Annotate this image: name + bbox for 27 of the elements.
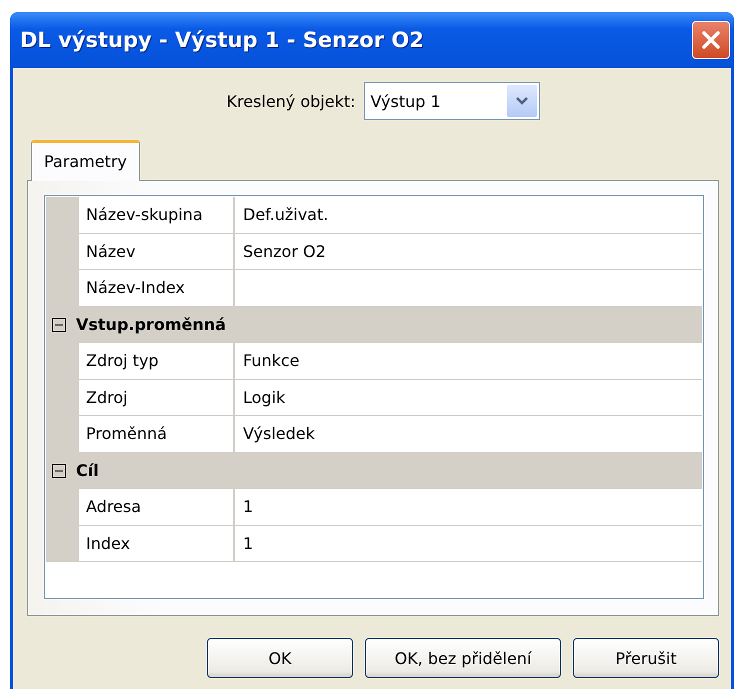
property-name: Zdroj	[79, 380, 235, 415]
property-name: Adresa	[79, 489, 235, 524]
property-value[interactable]: Senzor O2	[235, 234, 702, 269]
property-value[interactable]: Výsledek	[235, 416, 702, 452]
property-name: Zdroj typ	[79, 343, 235, 378]
property-value[interactable]: 1	[235, 526, 702, 561]
property-value[interactable]: Logik	[235, 380, 702, 415]
dialog-button[interactable]: OK	[207, 638, 353, 678]
close-button[interactable]	[692, 21, 730, 59]
field-label: Kreslený objekt:	[226, 92, 356, 110]
property-value[interactable]: Funkce	[235, 343, 702, 378]
category-label: Cíl	[76, 461, 99, 480]
dialog-button[interactable]: OK, bez přidělení	[365, 638, 561, 678]
collapse-icon[interactable]	[52, 464, 66, 478]
property-name: Název	[79, 234, 235, 269]
tab[interactable]: Parametry	[31, 140, 140, 181]
chevron-down-icon[interactable]	[506, 85, 537, 117]
object-dropdown[interactable]: Výstup 1	[364, 82, 540, 120]
close-icon[interactable]	[700, 29, 722, 51]
property-name: Index	[79, 526, 235, 561]
window-title: DL výstupy - Výstup 1 - Senzor O2	[20, 28, 424, 52]
collapse-icon[interactable]	[52, 318, 66, 332]
property-value[interactable]: Def.uživat.	[235, 197, 702, 232]
category-label: Vstup.proměnná	[76, 315, 226, 334]
dialog-button[interactable]: Přerušit	[573, 638, 719, 678]
property-value[interactable]: 1	[235, 489, 702, 524]
property-name: Název-skupina	[79, 197, 235, 232]
